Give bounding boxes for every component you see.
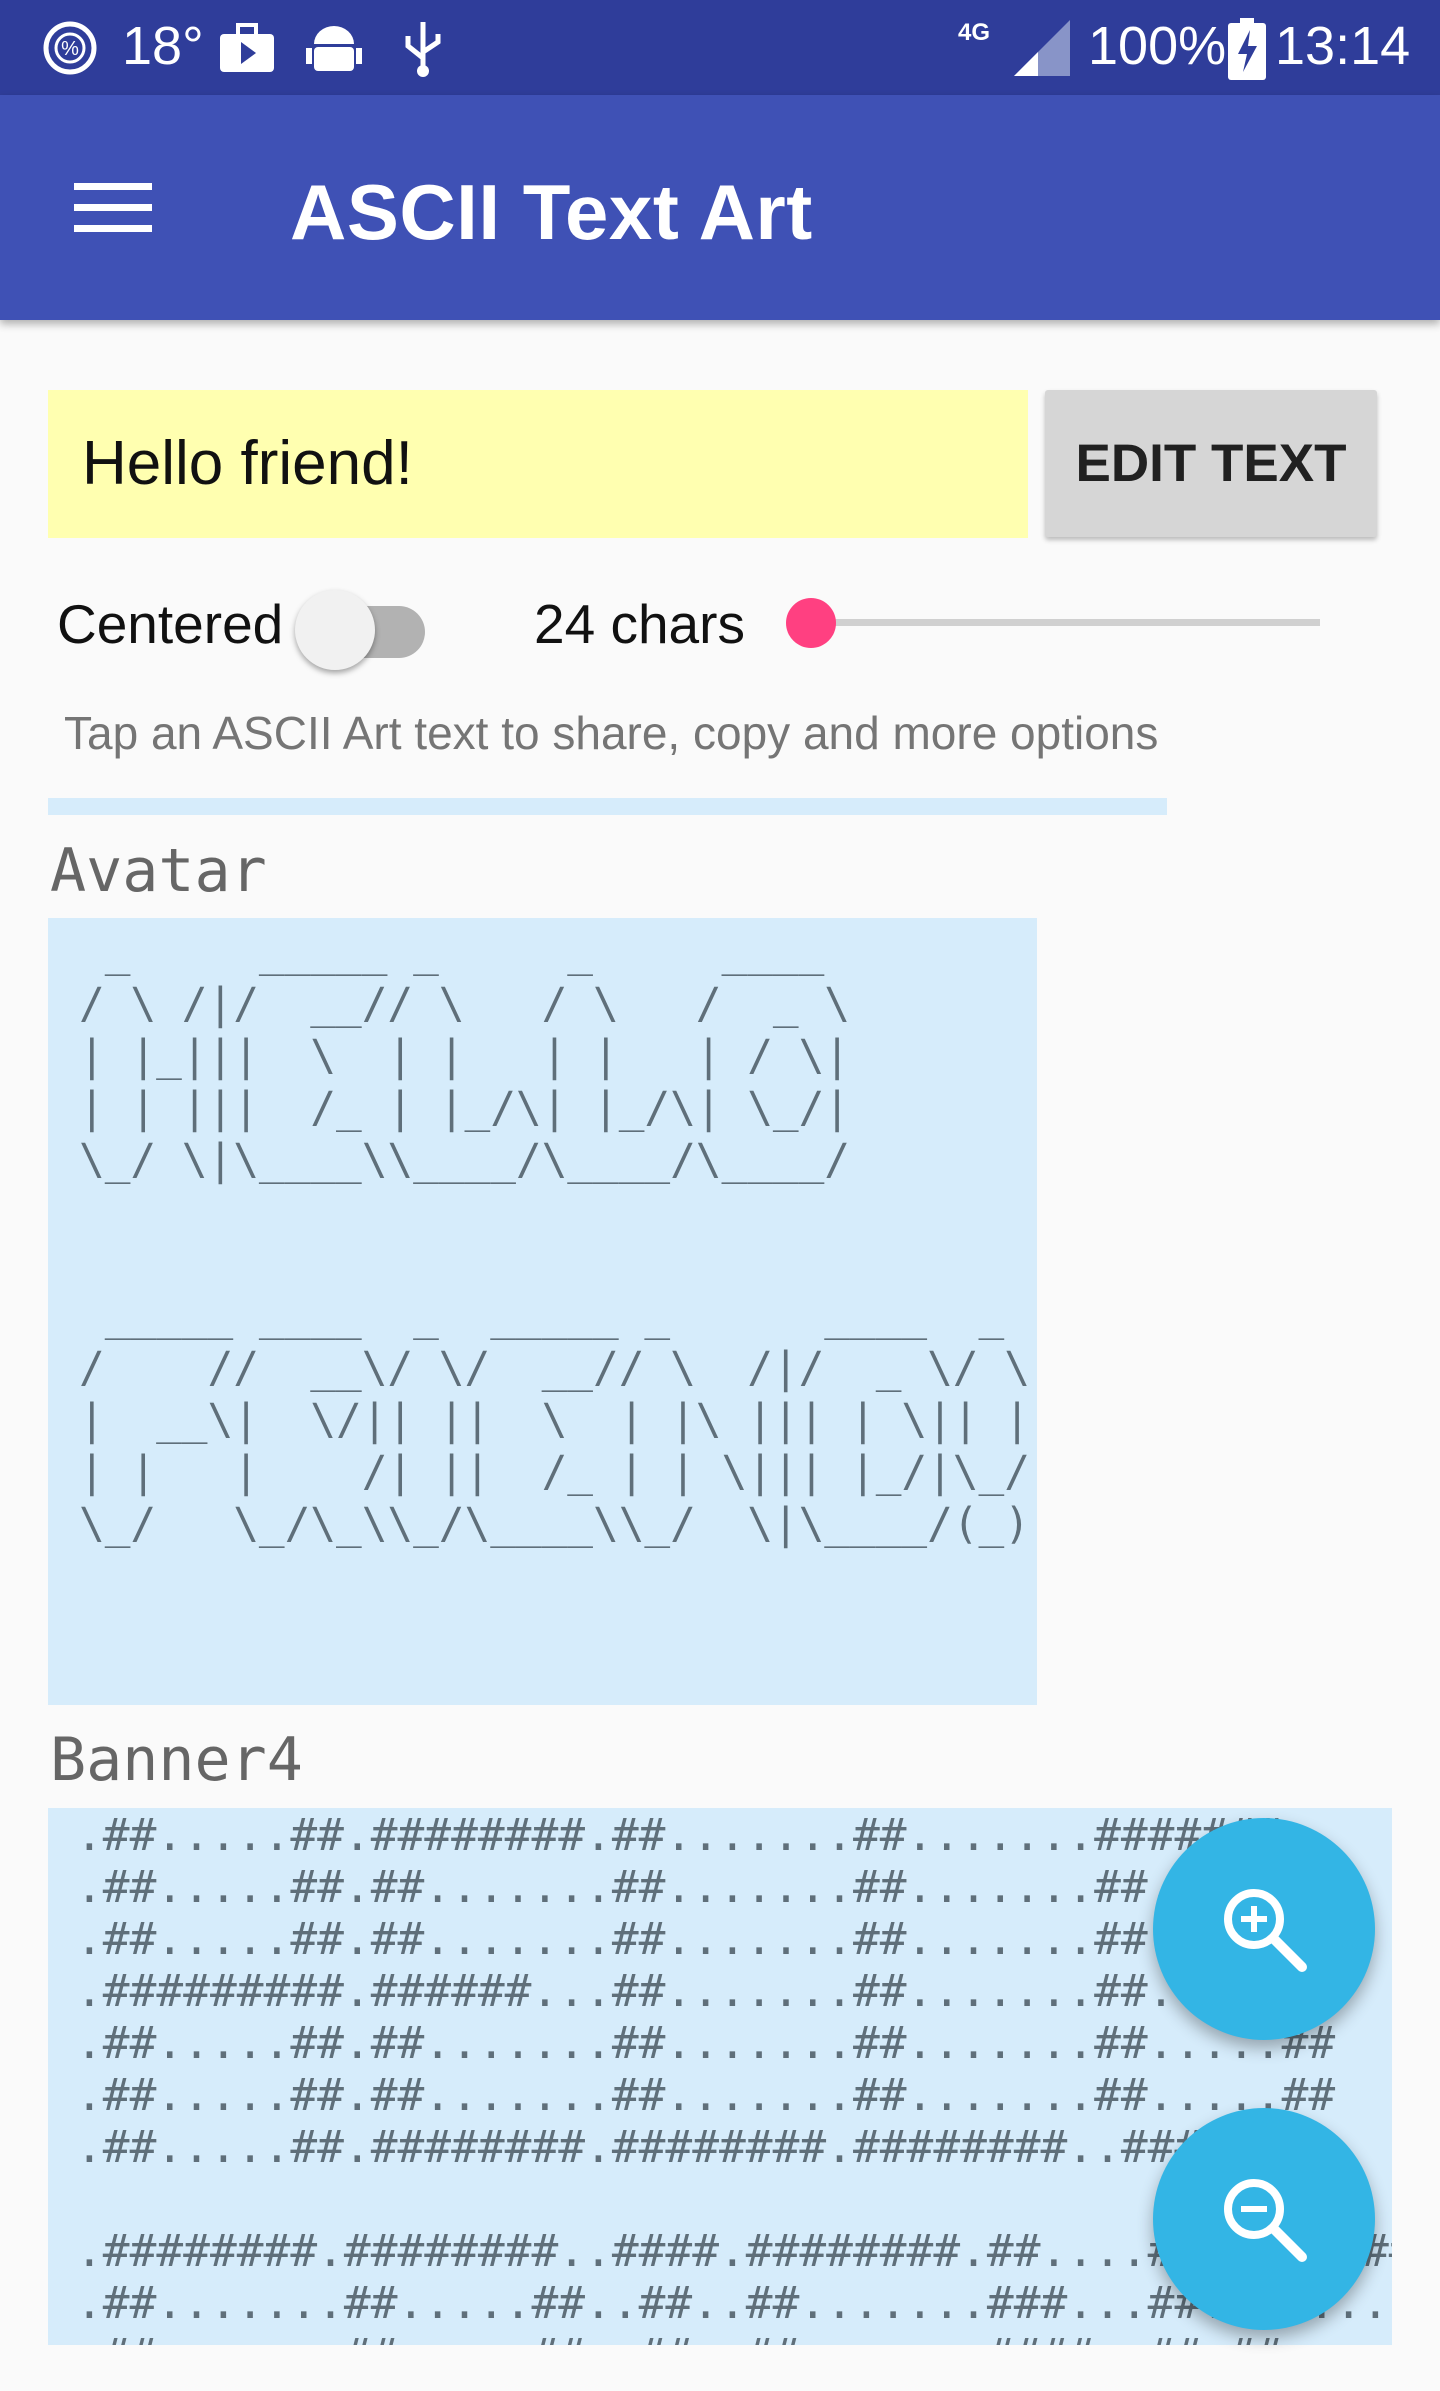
status-bar: % 18° 4G 100% 13:14 [0, 0, 1440, 95]
ascii-art-avatar[interactable]: _ _____ _ _ ____ / \ /|/ __// \ / \ / _ … [48, 918, 1037, 1705]
zoom-out-button[interactable] [1153, 2108, 1375, 2330]
font-name-avatar: Avatar [50, 836, 267, 906]
switch-thumb[interactable] [295, 590, 375, 670]
network-type: 4G [958, 19, 991, 46]
slider-thumb[interactable] [786, 598, 836, 648]
svg-text:%: % [61, 38, 79, 60]
media-briefcase-icon [220, 23, 274, 72]
hint-text: Tap an ASCII Art text to share, copy and… [64, 707, 1159, 759]
app-bar: ASCII Text Art [0, 95, 1440, 320]
progress-bar [48, 798, 1167, 815]
zoom-in-button[interactable] [1153, 1818, 1375, 2040]
battery-charging-icon [1228, 18, 1266, 80]
font-name-banner4: Banner4 [50, 1725, 303, 1795]
zoom-out-icon [1224, 2179, 1307, 2262]
ascii-art-text: _ _____ _ _ ____ / \ /|/ __// \ / \ / _ … [79, 927, 1030, 1549]
battery-percent: 100% [1088, 16, 1227, 76]
app-title: ASCII Text Art [290, 168, 813, 256]
hamburger-icon[interactable] [74, 183, 152, 233]
text-input[interactable]: Hello friend! [48, 390, 1028, 538]
android-icon [306, 26, 362, 71]
chars-label: 24 chars [534, 593, 745, 655]
usb-icon [405, 22, 441, 77]
clock: 13:14 [1275, 16, 1411, 76]
data-saver-icon: % [43, 21, 97, 75]
slider-track[interactable] [810, 619, 1320, 626]
zoom-in-icon [1224, 1889, 1307, 1972]
temperature: 18° [122, 16, 204, 76]
centered-label: Centered [57, 593, 284, 655]
edit-text-button[interactable]: EDIT TEXT [1045, 390, 1377, 537]
signal-icon [1014, 20, 1070, 76]
